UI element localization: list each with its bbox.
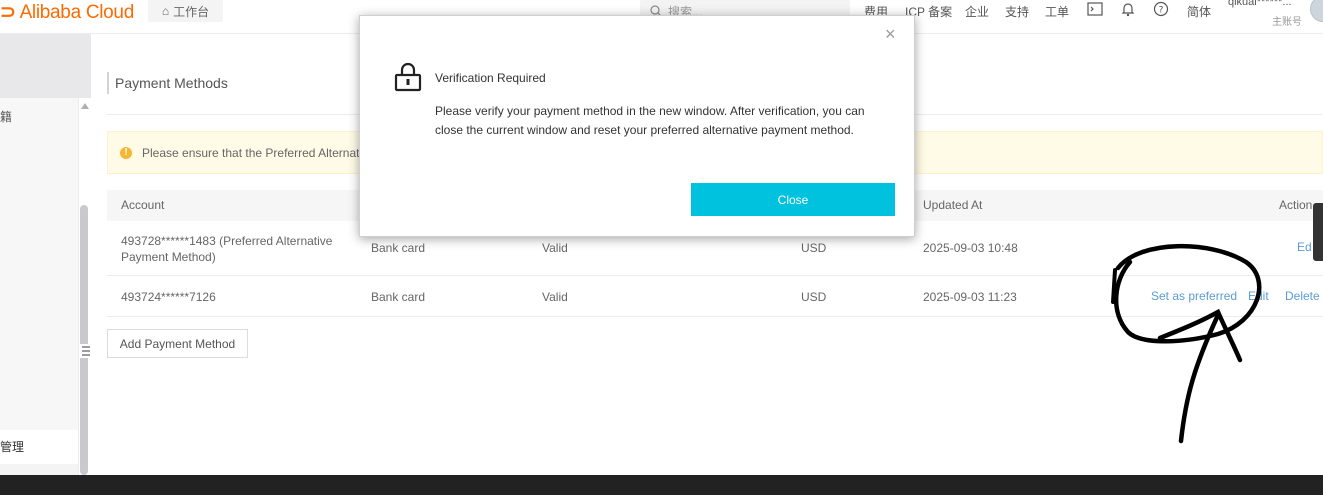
sidebar-collapse-icon[interactable]	[80, 344, 92, 358]
sidebar-scrollbar[interactable]	[80, 205, 88, 475]
add-payment-method-button[interactable]: Add Payment Method	[107, 329, 248, 358]
nav-ticket[interactable]: 工单	[1045, 3, 1069, 20]
page-title: Payment Methods	[107, 72, 228, 94]
user-name[interactable]: qikuai******...	[1228, 0, 1292, 8]
status-cell: Valid	[542, 241, 568, 255]
close-icon[interactable]: ×	[885, 24, 896, 45]
home-icon: ⌂	[161, 4, 170, 18]
svg-text:?: ?	[1159, 6, 1164, 16]
edit-link[interactable]: Ed	[1297, 240, 1312, 254]
dialog-message: Please verify your payment method in the…	[435, 104, 865, 137]
updated-cell: 2025-09-03 11:23	[923, 290, 1017, 304]
updated-cell: 2025-09-03 10:48	[923, 241, 1018, 255]
nav-support[interactable]: 支持	[1005, 3, 1029, 20]
warning-icon: !	[120, 146, 132, 159]
column-updated-at: Updated At	[923, 198, 983, 212]
logo-text: Alibaba Cloud	[19, 2, 135, 23]
lock-icon	[394, 62, 422, 92]
sidebar-header	[0, 34, 91, 98]
verification-dialog: × Verification Required Please verify yo…	[359, 15, 915, 237]
workbench-button[interactable]: ⌂ 工作台	[148, 0, 223, 22]
workbench-label: 工作台	[173, 4, 210, 19]
delete-link[interactable]: Delete	[1285, 289, 1320, 303]
edit-link[interactable]: Edit	[1248, 289, 1269, 303]
sidebar-item-clipped[interactable]: 籍	[0, 108, 12, 125]
logo-icon: ⊃	[0, 2, 16, 23]
nav-enterprise[interactable]: 企业	[965, 3, 989, 20]
type-cell: Bank card	[371, 290, 426, 304]
account-cell: 493724******7126	[121, 290, 216, 304]
status-cell: Valid	[542, 290, 568, 304]
sidebar-item-selected[interactable]: 管理	[0, 430, 78, 464]
help-icon[interactable]: ?	[1153, 1, 1169, 17]
alibaba-cloud-logo[interactable]: ⊃ Alibaba Cloud	[0, 1, 134, 23]
bell-icon[interactable]	[1121, 1, 1135, 17]
alert-text: Please ensure that the Preferred Alterna…	[142, 145, 369, 160]
dialog-title: Verification Required	[435, 71, 546, 85]
currency-cell: USD	[801, 241, 827, 255]
table-row: 493724******7126 Bank card Valid USD 202…	[107, 276, 1323, 317]
column-account: Account	[121, 198, 165, 212]
sidebar-menu	[0, 98, 78, 430]
language-switch[interactable]: 简体	[1187, 3, 1211, 20]
taskbar	[0, 475, 1323, 495]
set-preferred-link[interactable]: Set as preferred	[1151, 289, 1237, 303]
sidebar-item-label: 管理	[0, 440, 25, 454]
account-cell: 493728******1483 (Preferred Alternative …	[121, 234, 333, 264]
type-cell: Bank card	[371, 241, 426, 255]
close-button[interactable]: Close	[691, 183, 895, 216]
user-role: 主账号	[1272, 17, 1302, 28]
column-action: Action	[1279, 198, 1313, 212]
currency-cell: USD	[801, 290, 827, 304]
sidebar-scroll-up-icon[interactable]	[80, 102, 90, 110]
page-scrollbar[interactable]	[1313, 203, 1323, 261]
terminal-icon[interactable]	[1087, 2, 1103, 16]
